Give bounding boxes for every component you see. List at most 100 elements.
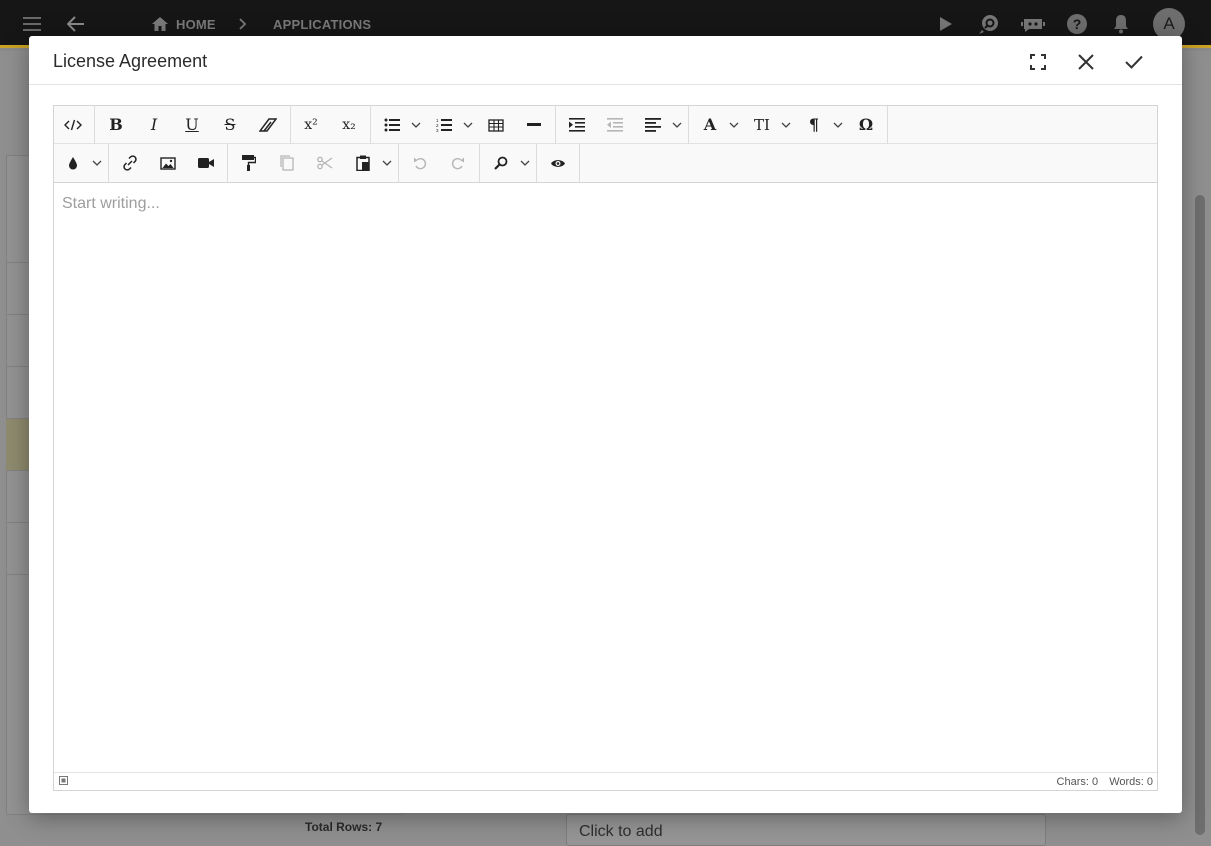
chevron-down-icon[interactable] [729, 121, 739, 129]
image-button[interactable] [155, 150, 181, 176]
numbered-list-button[interactable]: 123 [431, 112, 457, 138]
font-size-button[interactable]: TI [749, 112, 775, 138]
align-button[interactable] [640, 112, 666, 138]
editor-status-bar: Chars: 0 Words: 0 [54, 772, 1157, 790]
strikethrough-icon: S [224, 115, 236, 134]
font-size-icon: TI [754, 115, 770, 134]
superscript-button[interactable]: x² [298, 112, 324, 138]
link-button[interactable] [117, 150, 143, 176]
undo-icon [414, 157, 427, 170]
outdent-button[interactable] [602, 112, 628, 138]
close-icon [1078, 54, 1094, 70]
dialog-title: License Agreement [53, 51, 208, 71]
font-icon: A [703, 115, 717, 134]
chevron-down-icon[interactable] [672, 121, 682, 129]
underline-button[interactable]: U [179, 112, 205, 138]
breadcrumb-home[interactable]: HOME [176, 17, 216, 32]
paragraph-button[interactable]: ¶ [801, 112, 827, 138]
search-chat-icon[interactable] [975, 10, 1003, 38]
total-rows-label: Total Rows: 7 [305, 820, 383, 834]
find-button[interactable] [488, 150, 514, 176]
table-button[interactable] [483, 112, 509, 138]
scissors-icon [317, 156, 333, 170]
subscript-button[interactable]: x₂ [336, 112, 362, 138]
menu-icon[interactable] [18, 10, 46, 38]
toolbar-separator [227, 144, 228, 182]
fullscreen-button[interactable] [1024, 48, 1052, 76]
format-painter-button[interactable] [236, 150, 262, 176]
dialog-header-divider [29, 84, 1182, 85]
toolbar-row-2 [54, 144, 1157, 182]
bullet-list-button[interactable] [379, 112, 405, 138]
notifications-bell-icon[interactable] [1107, 10, 1135, 38]
toolbar-separator [887, 106, 888, 144]
underline-icon: U [185, 115, 199, 134]
chevron-down-icon[interactable] [92, 159, 102, 167]
fullscreen-icon [1030, 54, 1046, 70]
indent-button[interactable] [564, 112, 590, 138]
svg-text:3: 3 [436, 128, 439, 132]
toolbar-separator [555, 106, 556, 144]
eye-icon [551, 159, 565, 167]
play-icon[interactable] [932, 10, 960, 38]
color-button[interactable] [60, 150, 86, 176]
source-code-button[interactable] [60, 112, 86, 138]
video-button[interactable] [193, 150, 219, 176]
breadcrumb-applications[interactable]: APPLICATIONS [273, 17, 371, 32]
horizontal-line-button[interactable] [521, 112, 547, 138]
toolbar-separator [94, 106, 95, 144]
chevron-down-icon[interactable] [520, 159, 530, 167]
toolbar-separator [370, 106, 371, 144]
preview-button[interactable] [545, 150, 571, 176]
resize-handle-icon[interactable] [59, 776, 68, 785]
chevron-down-icon[interactable] [411, 121, 421, 129]
subscript-icon: x₂ [342, 117, 356, 133]
home-icon [146, 10, 174, 38]
chevron-down-icon[interactable] [833, 121, 843, 129]
superscript-icon: x² [304, 117, 318, 133]
background-scrollbar [1195, 195, 1205, 835]
undo-button[interactable] [407, 150, 433, 176]
rich-text-editor: B I U S x² x₂ 123 A TI ¶ Ω Start writing… [53, 105, 1158, 791]
link-icon [123, 155, 137, 171]
eraser-button[interactable] [255, 112, 281, 138]
copy-icon [280, 155, 294, 171]
outdent-icon [607, 118, 623, 132]
svg-text:?: ? [1073, 16, 1082, 32]
toolbar-separator [536, 144, 537, 182]
cut-button[interactable] [312, 150, 338, 176]
toolbar-separator [579, 144, 580, 182]
clipboard-icon [356, 155, 370, 171]
close-button[interactable] [1072, 48, 1100, 76]
numbered-list-icon: 123 [436, 118, 452, 132]
chars-count: Chars: 0 [1056, 776, 1099, 788]
copy-button[interactable] [274, 150, 300, 176]
font-family-button[interactable]: A [697, 112, 723, 138]
back-arrow-icon[interactable] [62, 10, 90, 38]
indent-icon [569, 118, 585, 132]
strikethrough-button[interactable]: S [217, 112, 243, 138]
help-icon[interactable]: ? [1063, 10, 1091, 38]
table-icon [488, 118, 504, 132]
image-icon [160, 156, 176, 170]
confirm-button[interactable] [1120, 48, 1148, 76]
redo-icon [451, 157, 464, 170]
omega-icon: Ω [858, 115, 874, 134]
italic-button[interactable]: I [141, 112, 167, 138]
bot-icon[interactable] [1019, 10, 1047, 38]
chevron-down-icon[interactable] [781, 121, 791, 129]
paste-button[interactable] [350, 150, 376, 176]
italic-icon: I [150, 115, 158, 134]
bullet-list-icon [384, 118, 400, 132]
special-characters-button[interactable]: Ω [853, 112, 879, 138]
paint-roller-icon [242, 155, 256, 171]
redo-button[interactable] [445, 150, 471, 176]
bold-icon: B [109, 115, 123, 134]
chevron-right-icon [229, 10, 257, 38]
chevron-down-icon[interactable] [382, 159, 392, 167]
toolbar-row-1: B I U S x² x₂ 123 A TI ¶ Ω [54, 106, 1157, 144]
chevron-down-icon[interactable] [463, 121, 473, 129]
editor-content-area[interactable]: Start writing... [54, 183, 1157, 773]
editor-counters: Chars: 0 Words: 0 [1049, 776, 1153, 788]
bold-button[interactable]: B [103, 112, 129, 138]
